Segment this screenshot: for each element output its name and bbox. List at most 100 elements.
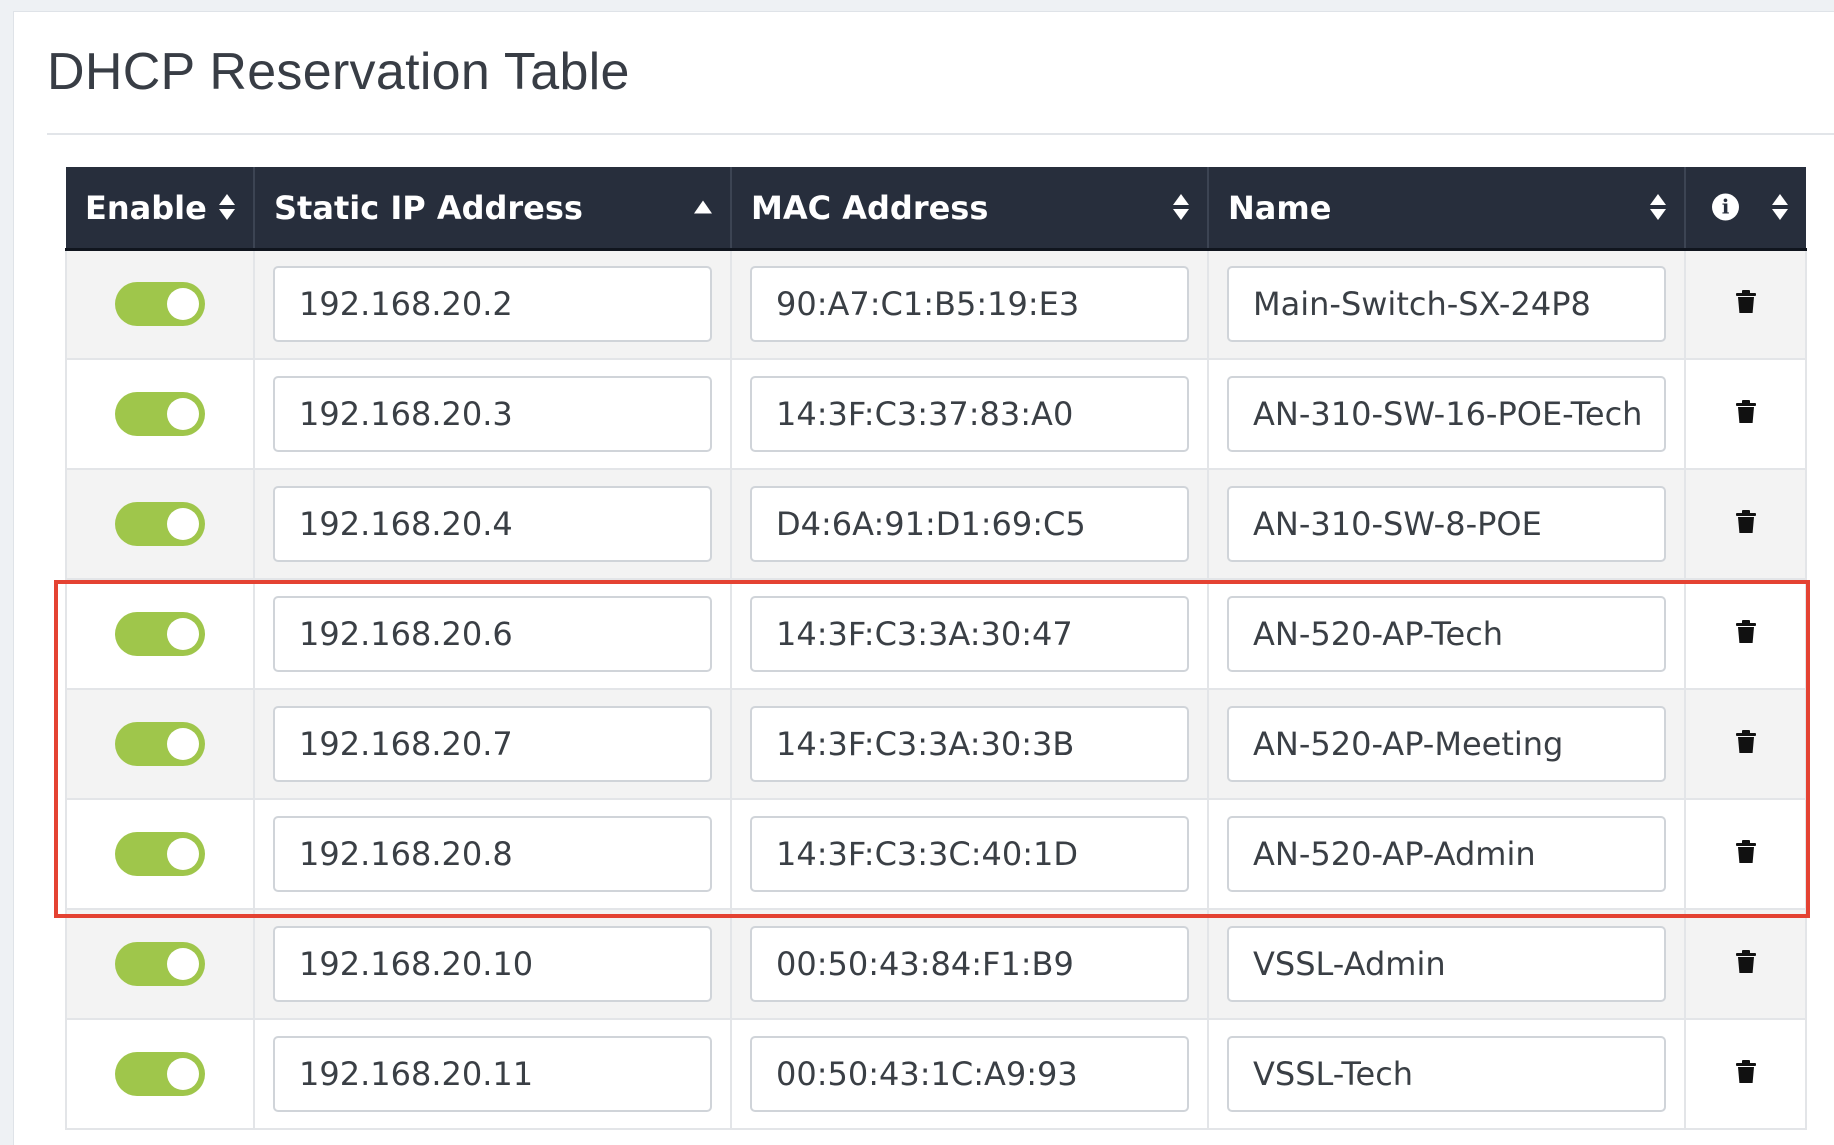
column-header-enable[interactable]: Enable xyxy=(66,167,255,251)
name-cell xyxy=(1208,799,1686,910)
page-title: DHCP Reservation Table xyxy=(47,43,630,101)
mac-address-input[interactable] xyxy=(750,1036,1189,1112)
delete-cell xyxy=(1685,799,1807,910)
name-cell xyxy=(1208,689,1686,800)
trash-icon[interactable] xyxy=(1735,619,1756,649)
mac-address-input[interactable] xyxy=(750,376,1189,452)
name-input[interactable] xyxy=(1227,706,1666,782)
column-header-label: Name xyxy=(1228,189,1332,228)
delete-cell xyxy=(1685,909,1807,1020)
mac-address-input[interactable] xyxy=(750,486,1189,562)
table-row xyxy=(65,579,1807,690)
mac-address-cell xyxy=(731,249,1209,360)
column-header-static-ip[interactable]: Static IP Address xyxy=(254,167,732,251)
delete-cell xyxy=(1685,359,1807,470)
table-header-row: Enable Static IP Address MAC Address Nam… xyxy=(66,167,1806,251)
table-row xyxy=(65,469,1807,580)
mac-address-input[interactable] xyxy=(750,706,1189,782)
enable-toggle[interactable] xyxy=(115,722,205,766)
name-cell xyxy=(1208,249,1686,360)
name-input[interactable] xyxy=(1227,816,1666,892)
enable-toggle[interactable] xyxy=(115,942,205,986)
enable-cell xyxy=(65,909,255,1020)
toggle-knob xyxy=(167,1058,199,1090)
enable-cell xyxy=(65,689,255,800)
mac-address-input[interactable] xyxy=(750,266,1189,343)
delete-cell xyxy=(1685,689,1807,800)
static-ip-cell xyxy=(254,359,732,470)
enable-cell xyxy=(65,469,255,580)
enable-cell xyxy=(65,799,255,910)
name-input[interactable] xyxy=(1227,926,1666,1002)
static-ip-input[interactable] xyxy=(273,1036,712,1112)
trash-icon[interactable] xyxy=(1735,1059,1756,1089)
trash-icon[interactable] xyxy=(1735,729,1756,759)
title-divider xyxy=(47,133,1834,135)
table-row xyxy=(65,1019,1807,1130)
mac-address-input[interactable] xyxy=(750,596,1189,672)
enable-toggle[interactable] xyxy=(115,1052,205,1096)
table-row xyxy=(65,689,1807,800)
static-ip-input[interactable] xyxy=(273,706,712,782)
delete-cell xyxy=(1685,1019,1807,1130)
name-cell xyxy=(1208,1019,1686,1130)
trash-icon[interactable] xyxy=(1735,949,1756,979)
static-ip-input[interactable] xyxy=(273,926,712,1002)
name-input[interactable] xyxy=(1227,1036,1666,1112)
dhcp-reservation-table: Enable Static IP Address MAC Address Nam… xyxy=(65,167,1807,1130)
enable-toggle[interactable] xyxy=(115,502,205,546)
sort-icon[interactable] xyxy=(1772,194,1788,221)
sort-ascending-icon[interactable] xyxy=(694,200,712,214)
column-header-info[interactable]: i xyxy=(1685,167,1806,251)
static-ip-cell xyxy=(254,799,732,910)
enable-toggle[interactable] xyxy=(115,282,205,327)
name-input[interactable] xyxy=(1227,596,1666,672)
mac-address-cell xyxy=(731,799,1209,910)
name-cell xyxy=(1208,359,1686,470)
trash-icon[interactable] xyxy=(1735,509,1756,539)
static-ip-input[interactable] xyxy=(273,376,712,452)
static-ip-input[interactable] xyxy=(273,266,712,343)
trash-icon[interactable] xyxy=(1735,289,1756,319)
static-ip-input[interactable] xyxy=(273,596,712,672)
static-ip-input[interactable] xyxy=(273,486,712,562)
toggle-knob xyxy=(167,618,199,650)
mac-address-cell xyxy=(731,689,1209,800)
trash-icon[interactable] xyxy=(1735,399,1756,429)
static-ip-cell xyxy=(254,1019,732,1130)
mac-address-input[interactable] xyxy=(750,926,1189,1002)
enable-cell xyxy=(65,579,255,690)
enable-cell xyxy=(65,1019,255,1130)
toggle-knob xyxy=(167,288,199,321)
enable-cell xyxy=(65,359,255,470)
static-ip-cell xyxy=(254,579,732,690)
static-ip-input[interactable] xyxy=(273,816,712,892)
table-row xyxy=(65,799,1807,910)
enable-cell xyxy=(65,249,255,360)
static-ip-cell xyxy=(254,249,732,360)
name-input[interactable] xyxy=(1227,376,1666,452)
delete-cell xyxy=(1685,469,1807,580)
name-cell xyxy=(1208,579,1686,690)
trash-icon[interactable] xyxy=(1735,839,1756,869)
sort-icon[interactable] xyxy=(219,194,235,221)
sort-icon[interactable] xyxy=(1650,194,1666,221)
name-cell xyxy=(1208,909,1686,1020)
enable-toggle[interactable] xyxy=(115,612,205,656)
info-icon[interactable]: i xyxy=(1712,193,1739,221)
name-input[interactable] xyxy=(1227,486,1666,562)
sort-icon[interactable] xyxy=(1173,194,1189,221)
column-header-mac-address[interactable]: MAC Address xyxy=(731,167,1209,251)
table-row xyxy=(65,909,1807,1020)
delete-cell xyxy=(1685,579,1807,690)
enable-toggle[interactable] xyxy=(115,832,205,876)
table-body xyxy=(65,249,1807,1130)
enable-toggle[interactable] xyxy=(115,392,205,436)
mac-address-input[interactable] xyxy=(750,816,1189,892)
static-ip-cell xyxy=(254,469,732,580)
name-input[interactable] xyxy=(1227,266,1666,343)
mac-address-cell xyxy=(731,1019,1209,1130)
column-header-name[interactable]: Name xyxy=(1208,167,1686,251)
table-row xyxy=(65,359,1807,470)
mac-address-cell xyxy=(731,579,1209,690)
